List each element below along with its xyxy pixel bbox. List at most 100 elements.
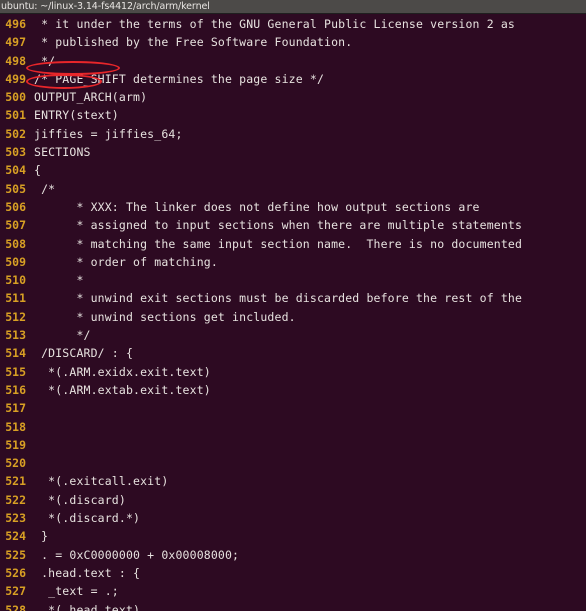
code-line[interactable]: 502 jiffies = jiffies_64; — [0, 125, 586, 143]
line-text — [26, 401, 34, 415]
line-text: /* PAGE_SHIFT determines the page size *… — [34, 71, 325, 86]
code-line[interactable]: 508 * matching the same input section na… — [0, 235, 586, 253]
code-line[interactable]: 518 — [0, 418, 586, 436]
line-number: 505 — [5, 181, 26, 196]
code-line[interactable]: 507 * assigned to input sections when th… — [0, 216, 586, 234]
editor-viewport[interactable]: 496 * it under the terms of the GNU Gene… — [0, 15, 586, 611]
line-text: * assigned to input sections when there … — [34, 218, 523, 233]
code-line[interactable]: 498 */ — [0, 52, 586, 70]
line-text: *(.ARM.extab.exit.text) — [34, 382, 211, 397]
code-line[interactable]: 509 * order of matching. — [0, 253, 586, 271]
line-number: 503 — [5, 145, 26, 160]
line-number: 500 — [5, 90, 26, 105]
code-line-list: 496 * it under the terms of the GNU Gene… — [0, 15, 586, 611]
line-number: 502 — [5, 126, 26, 141]
line-number: 498 — [5, 53, 26, 68]
line-text: * published by the Free Software Foundat… — [34, 35, 353, 50]
line-text: * it under the terms of the GNU General … — [34, 17, 516, 31]
line-text: */ — [34, 328, 91, 343]
line-text: ENTRY(stext) — [34, 108, 119, 123]
line-text: SECTIONS — [34, 145, 91, 160]
code-line[interactable]: 519 — [0, 436, 586, 454]
line-number: 528 — [5, 602, 26, 611]
line-number: 508 — [5, 236, 26, 251]
line-number: 522 — [5, 492, 26, 507]
line-number: 516 — [5, 382, 26, 397]
line-number: 511 — [5, 291, 26, 306]
line-text: /DISCARD/ : { — [34, 346, 134, 361]
code-line[interactable]: 499 /* PAGE_SHIFT determines the page siz… — [0, 70, 586, 88]
code-line[interactable]: 520 — [0, 454, 586, 472]
code-line[interactable]: 521 *(.exitcall.exit) — [0, 472, 586, 490]
line-text: .head.text : { — [34, 565, 141, 580]
line-text: * order of matching. — [34, 254, 218, 269]
code-line[interactable]: 497 * published by the Free Software Fou… — [0, 33, 586, 51]
line-text: */ — [34, 53, 56, 68]
code-line[interactable]: 516 *(.ARM.extab.exit.text) — [0, 381, 586, 399]
line-number: 519 — [5, 437, 26, 452]
line-number: 499 — [5, 71, 26, 86]
code-line[interactable]: 506 * XXX: The linker does not define ho… — [0, 198, 586, 216]
code-line[interactable]: 514 /DISCARD/ : { — [0, 344, 586, 362]
line-text: _text = .; — [34, 584, 119, 599]
line-number: 523 — [5, 511, 26, 526]
line-number: 501 — [5, 108, 26, 123]
code-line[interactable]: 523 *(.discard.*) — [0, 509, 586, 527]
line-text: * — [34, 273, 84, 288]
line-text: { — [34, 163, 42, 178]
line-text: } — [34, 529, 49, 544]
line-number: 504 — [5, 163, 26, 178]
line-text: * matching the same input section name. … — [34, 236, 523, 251]
code-line[interactable]: 526 .head.text : { — [0, 564, 586, 582]
line-text: *(.discard) — [34, 492, 126, 507]
line-text: /* — [34, 181, 56, 196]
code-line[interactable]: 522 *(.discard) — [0, 491, 586, 509]
line-text: *(.exitcall.exit) — [34, 474, 169, 489]
line-number: 496 — [5, 17, 26, 31]
line-number: 520 — [5, 456, 26, 471]
code-line[interactable]: 511 * unwind exit sections must be disca… — [0, 289, 586, 307]
code-line[interactable]: 515 *(.ARM.exidx.exit.text) — [0, 363, 586, 381]
line-text: OUTPUT_ARCH(arm) — [34, 90, 148, 105]
line-number: 525 — [5, 547, 26, 562]
line-number: 512 — [5, 309, 26, 324]
line-number: 524 — [5, 529, 26, 544]
code-line[interactable]: 505 /* — [0, 180, 586, 198]
line-number: 507 — [5, 218, 26, 233]
line-text: *(.ARM.exidx.exit.text) — [34, 364, 211, 379]
code-line[interactable]: 527 _text = .; — [0, 582, 586, 600]
window-title: ubuntu: ~/linux-3.14-fs4412/arch/arm/ker… — [1, 1, 210, 12]
line-number: 510 — [5, 273, 26, 288]
code-line[interactable]: 513 */ — [0, 326, 586, 344]
code-line[interactable]: 517 — [0, 399, 586, 417]
line-text: *(.discard.*) — [34, 511, 141, 526]
line-number: 515 — [5, 364, 26, 379]
line-text: . = 0xC0000000 + 0x00008000; — [34, 547, 240, 562]
line-number: 521 — [5, 474, 26, 489]
line-number: 526 — [5, 565, 26, 580]
line-number: 497 — [5, 35, 26, 50]
line-number: 506 — [5, 199, 26, 214]
line-number: 513 — [5, 328, 26, 343]
line-text — [26, 456, 34, 470]
line-number: 509 — [5, 254, 26, 269]
code-line[interactable]: 525 . = 0xC0000000 + 0x00008000; — [0, 546, 586, 564]
line-number: 514 — [5, 346, 26, 361]
code-line[interactable]: 504 { — [0, 161, 586, 179]
code-line[interactable]: 500 OUTPUT_ARCH(arm) — [0, 88, 586, 106]
code-line[interactable]: 512 * unwind sections get included. — [0, 308, 586, 326]
line-text: *(.head.text) — [34, 602, 141, 611]
terminal-window: ubuntu: ~/linux-3.14-fs4412/arch/arm/ker… — [0, 0, 586, 611]
code-line[interactable]: 528 *(.head.text) — [0, 601, 586, 611]
line-text: * XXX: The linker does not define how ou… — [34, 199, 480, 214]
line-number: 527 — [5, 584, 26, 599]
code-line[interactable]: 501 ENTRY(stext) — [0, 106, 586, 124]
code-line[interactable]: 510 * — [0, 271, 586, 289]
line-number: 518 — [5, 419, 26, 434]
code-line[interactable]: 524 } — [0, 527, 586, 545]
code-line[interactable]: 503 SECTIONS — [0, 143, 586, 161]
line-text — [26, 420, 34, 434]
code-line[interactable]: 496 * it under the terms of the GNU Gene… — [0, 15, 586, 33]
window-titlebar[interactable]: ubuntu: ~/linux-3.14-fs4412/arch/arm/ker… — [0, 0, 586, 14]
line-text: * unwind exit sections must be discarded… — [34, 291, 523, 306]
